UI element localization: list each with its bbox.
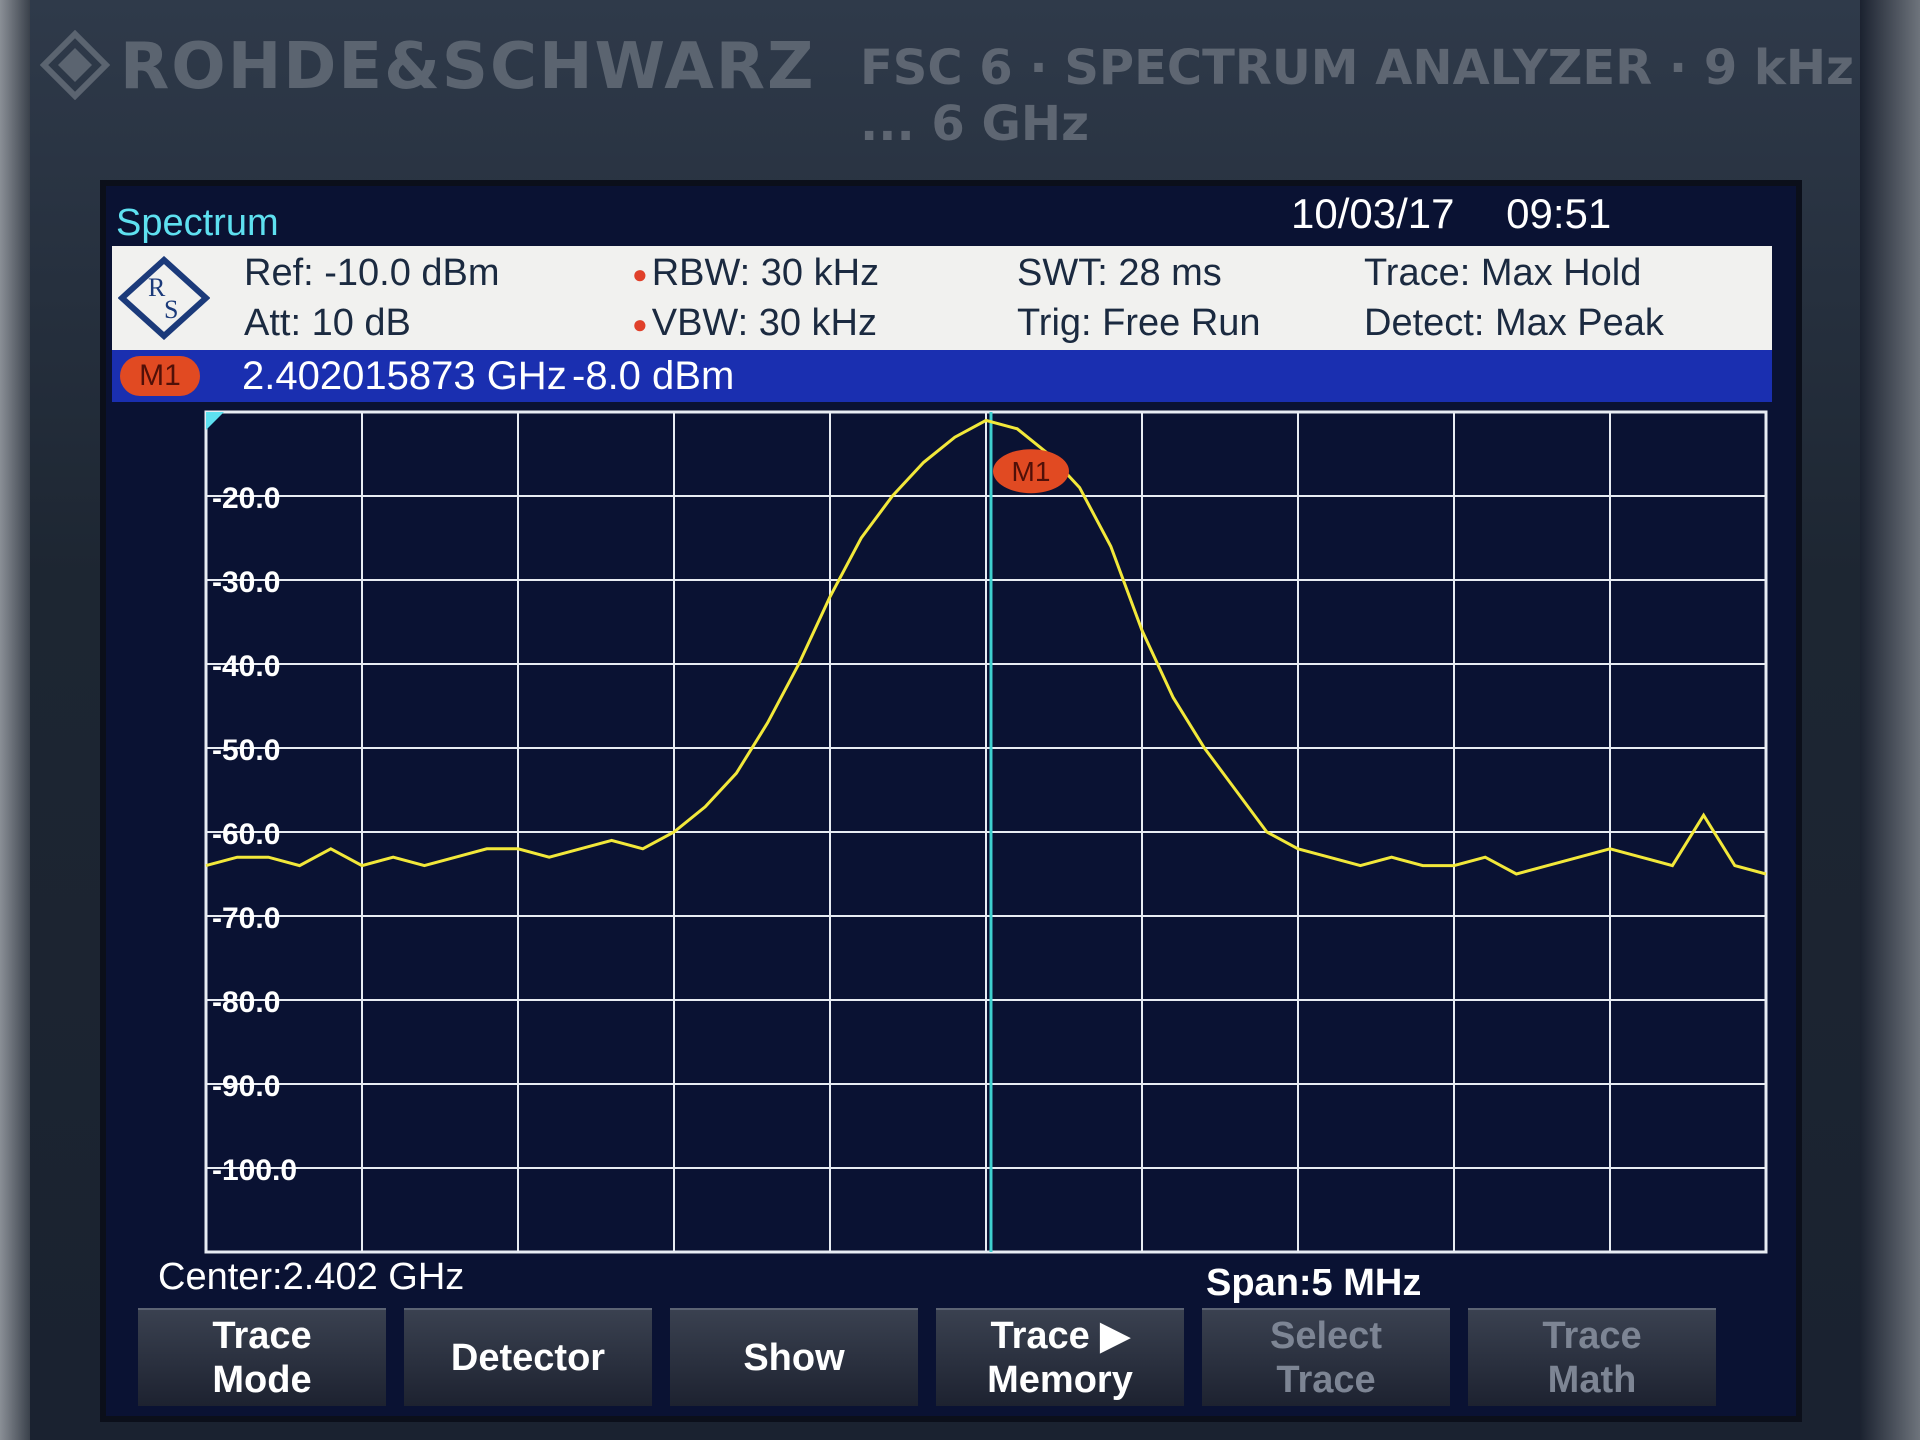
rs-diamond-icon [40,30,110,100]
softkey-1[interactable]: Trace Mode [138,1308,386,1406]
softkey-6[interactable]: Trace Math [1468,1308,1716,1406]
softkey-3[interactable]: Show [670,1308,918,1406]
softkey-5[interactable]: Select Trace [1202,1308,1450,1406]
ref-level-triangle [206,412,224,430]
softkey-4[interactable]: Trace ▶ Memory [936,1308,1184,1406]
y-tick-label: -50.0 [212,734,280,767]
y-tick-label: -20.0 [212,482,280,515]
y-tick-label: -100.0 [212,1154,297,1187]
span-setting[interactable]: Span:5 MHz [1206,1262,1421,1305]
marker-m1-label: M1 [1012,456,1051,487]
center-frequency[interactable]: Center:2.402 GHz [158,1256,464,1299]
device-side-left [0,0,30,1440]
brand-bar: ROHDE&SCHWARZ FSC 6 · SPECTRUM ANALYZER … [30,0,1860,152]
y-tick-label: -80.0 [212,986,280,1019]
analyzer-screen: Spectrum 10/03/17 09:51 R S Ref: -10.0 d… [100,180,1802,1422]
y-tick-label: -70.0 [212,902,280,935]
y-tick-label: -40.0 [212,650,280,683]
spectrum-plot: -20.0 -30.0 -40.0 -50.0 -60.0 -70.0 -80.0 -90.0… [204,410,1768,1254]
y-tick-label: -30.0 [212,566,280,599]
softkey-bar: Trace Mode Detector Show Trace ▶ Memory Sele… [138,1308,1738,1406]
y-tick-label: -90.0 [212,1070,280,1103]
brand-name: ROHDE&SCHWARZ [120,30,816,104]
model-name: FSC 6 · SPECTRUM ANALYZER · 9 kHz ... 6 … [860,40,1854,152]
y-tick-label: -60.0 [212,818,280,851]
softkey-2[interactable]: Detector [404,1308,652,1406]
device-side-right [1860,0,1920,1440]
